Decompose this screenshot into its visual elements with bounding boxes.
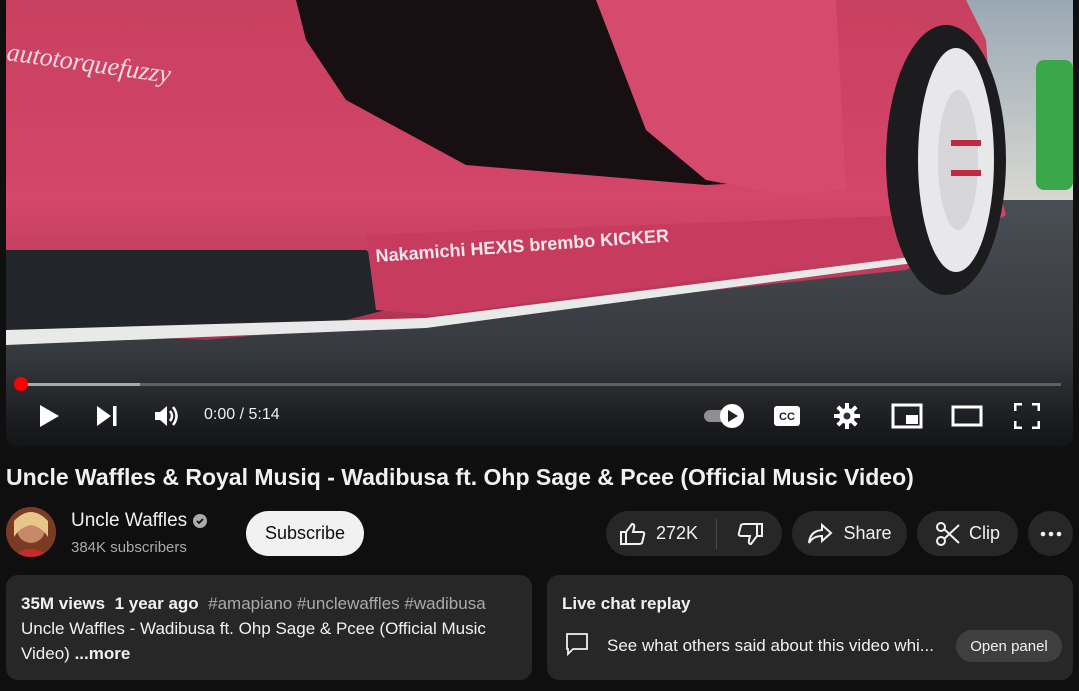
- play-icon: [40, 405, 59, 427]
- next-button[interactable]: [92, 401, 122, 431]
- like-dislike-group: 272K: [606, 511, 782, 556]
- channel-avatar[interactable]: [6, 507, 56, 557]
- clip-button[interactable]: Clip: [917, 511, 1018, 556]
- chat-icon: [566, 633, 588, 656]
- subscribe-button[interactable]: Subscribe: [246, 511, 364, 556]
- dislike-button[interactable]: [717, 511, 782, 556]
- share-icon: [808, 522, 833, 544]
- time-display: 0:00 / 5:14: [204, 406, 280, 423]
- verified-icon: [193, 514, 208, 528]
- description-box[interactable]: 35M views 1 year ago #amapiano #unclewaf…: [6, 575, 532, 680]
- clip-label: Clip: [968, 523, 1000, 543]
- settings-button[interactable]: [832, 401, 862, 431]
- captions-button[interactable]: CC: [772, 402, 802, 430]
- miniplayer-button[interactable]: [890, 402, 924, 430]
- share-button[interactable]: Share: [792, 511, 907, 556]
- avatar-image: [6, 507, 56, 557]
- autoplay-toggle[interactable]: [702, 403, 746, 429]
- hashtags[interactable]: #amapiano #unclewaffles #wadibusa: [208, 594, 486, 613]
- volume-icon: [155, 406, 178, 426]
- scissors-icon: [935, 521, 960, 546]
- channel-name[interactable]: Uncle Waffles: [71, 510, 187, 532]
- live-chat-title: Live chat replay: [562, 594, 691, 613]
- description-line-2: Video): [21, 644, 70, 663]
- subscriber-count: 384K subscribers: [71, 539, 187, 556]
- next-icon: [97, 406, 117, 426]
- video-title: Uncle Waffles & Royal Musiq - Wadibusa f…: [6, 464, 914, 490]
- autoplay-toggle-icon: [704, 404, 744, 428]
- progress-buffer: [20, 383, 140, 386]
- video-player[interactable]: autotorquefuzzy Nakamichi HEXIS brembo K…: [6, 0, 1073, 447]
- show-more-link[interactable]: ...more: [75, 644, 131, 663]
- description-line-2-row: Video) ...more: [21, 644, 130, 664]
- scrubber-handle[interactable]: [14, 377, 28, 391]
- channel-name-row[interactable]: Uncle Waffles: [71, 510, 208, 532]
- settings-icon: [834, 403, 860, 429]
- thumbs-down-icon: [737, 522, 763, 545]
- like-count: 272K: [656, 523, 699, 543]
- more-actions-button[interactable]: [1028, 511, 1073, 556]
- like-button[interactable]: 272K: [606, 511, 716, 556]
- more-horizontal-icon: [1040, 531, 1061, 536]
- description-line-1: Uncle Waffles - Wadibusa ft. Ohp Sage & …: [21, 619, 486, 638]
- theater-icon: [951, 405, 983, 427]
- share-label: Share: [843, 523, 892, 543]
- theater-mode-button[interactable]: [950, 402, 984, 430]
- volume-button[interactable]: [151, 401, 183, 431]
- captions-icon: CC: [774, 406, 800, 426]
- fullscreen-button[interactable]: [1012, 401, 1042, 431]
- miniplayer-icon: [891, 403, 923, 429]
- live-chat-prompt: See what others said about this video wh…: [607, 636, 934, 655]
- thumbs-up-icon: [620, 522, 646, 545]
- play-button[interactable]: [34, 401, 64, 431]
- upload-age: 1 year ago: [114, 594, 199, 613]
- fullscreen-icon: [1014, 403, 1040, 429]
- open-panel-button[interactable]: Open panel: [956, 630, 1062, 662]
- live-chat-replay-panel: Live chat replay See what others said ab…: [547, 575, 1073, 680]
- svg-text:CC: CC: [779, 411, 795, 423]
- view-count: 35M views: [21, 594, 106, 613]
- progress-bar[interactable]: [20, 383, 1061, 386]
- description-meta: 35M views 1 year ago #amapiano #unclewaf…: [21, 594, 486, 614]
